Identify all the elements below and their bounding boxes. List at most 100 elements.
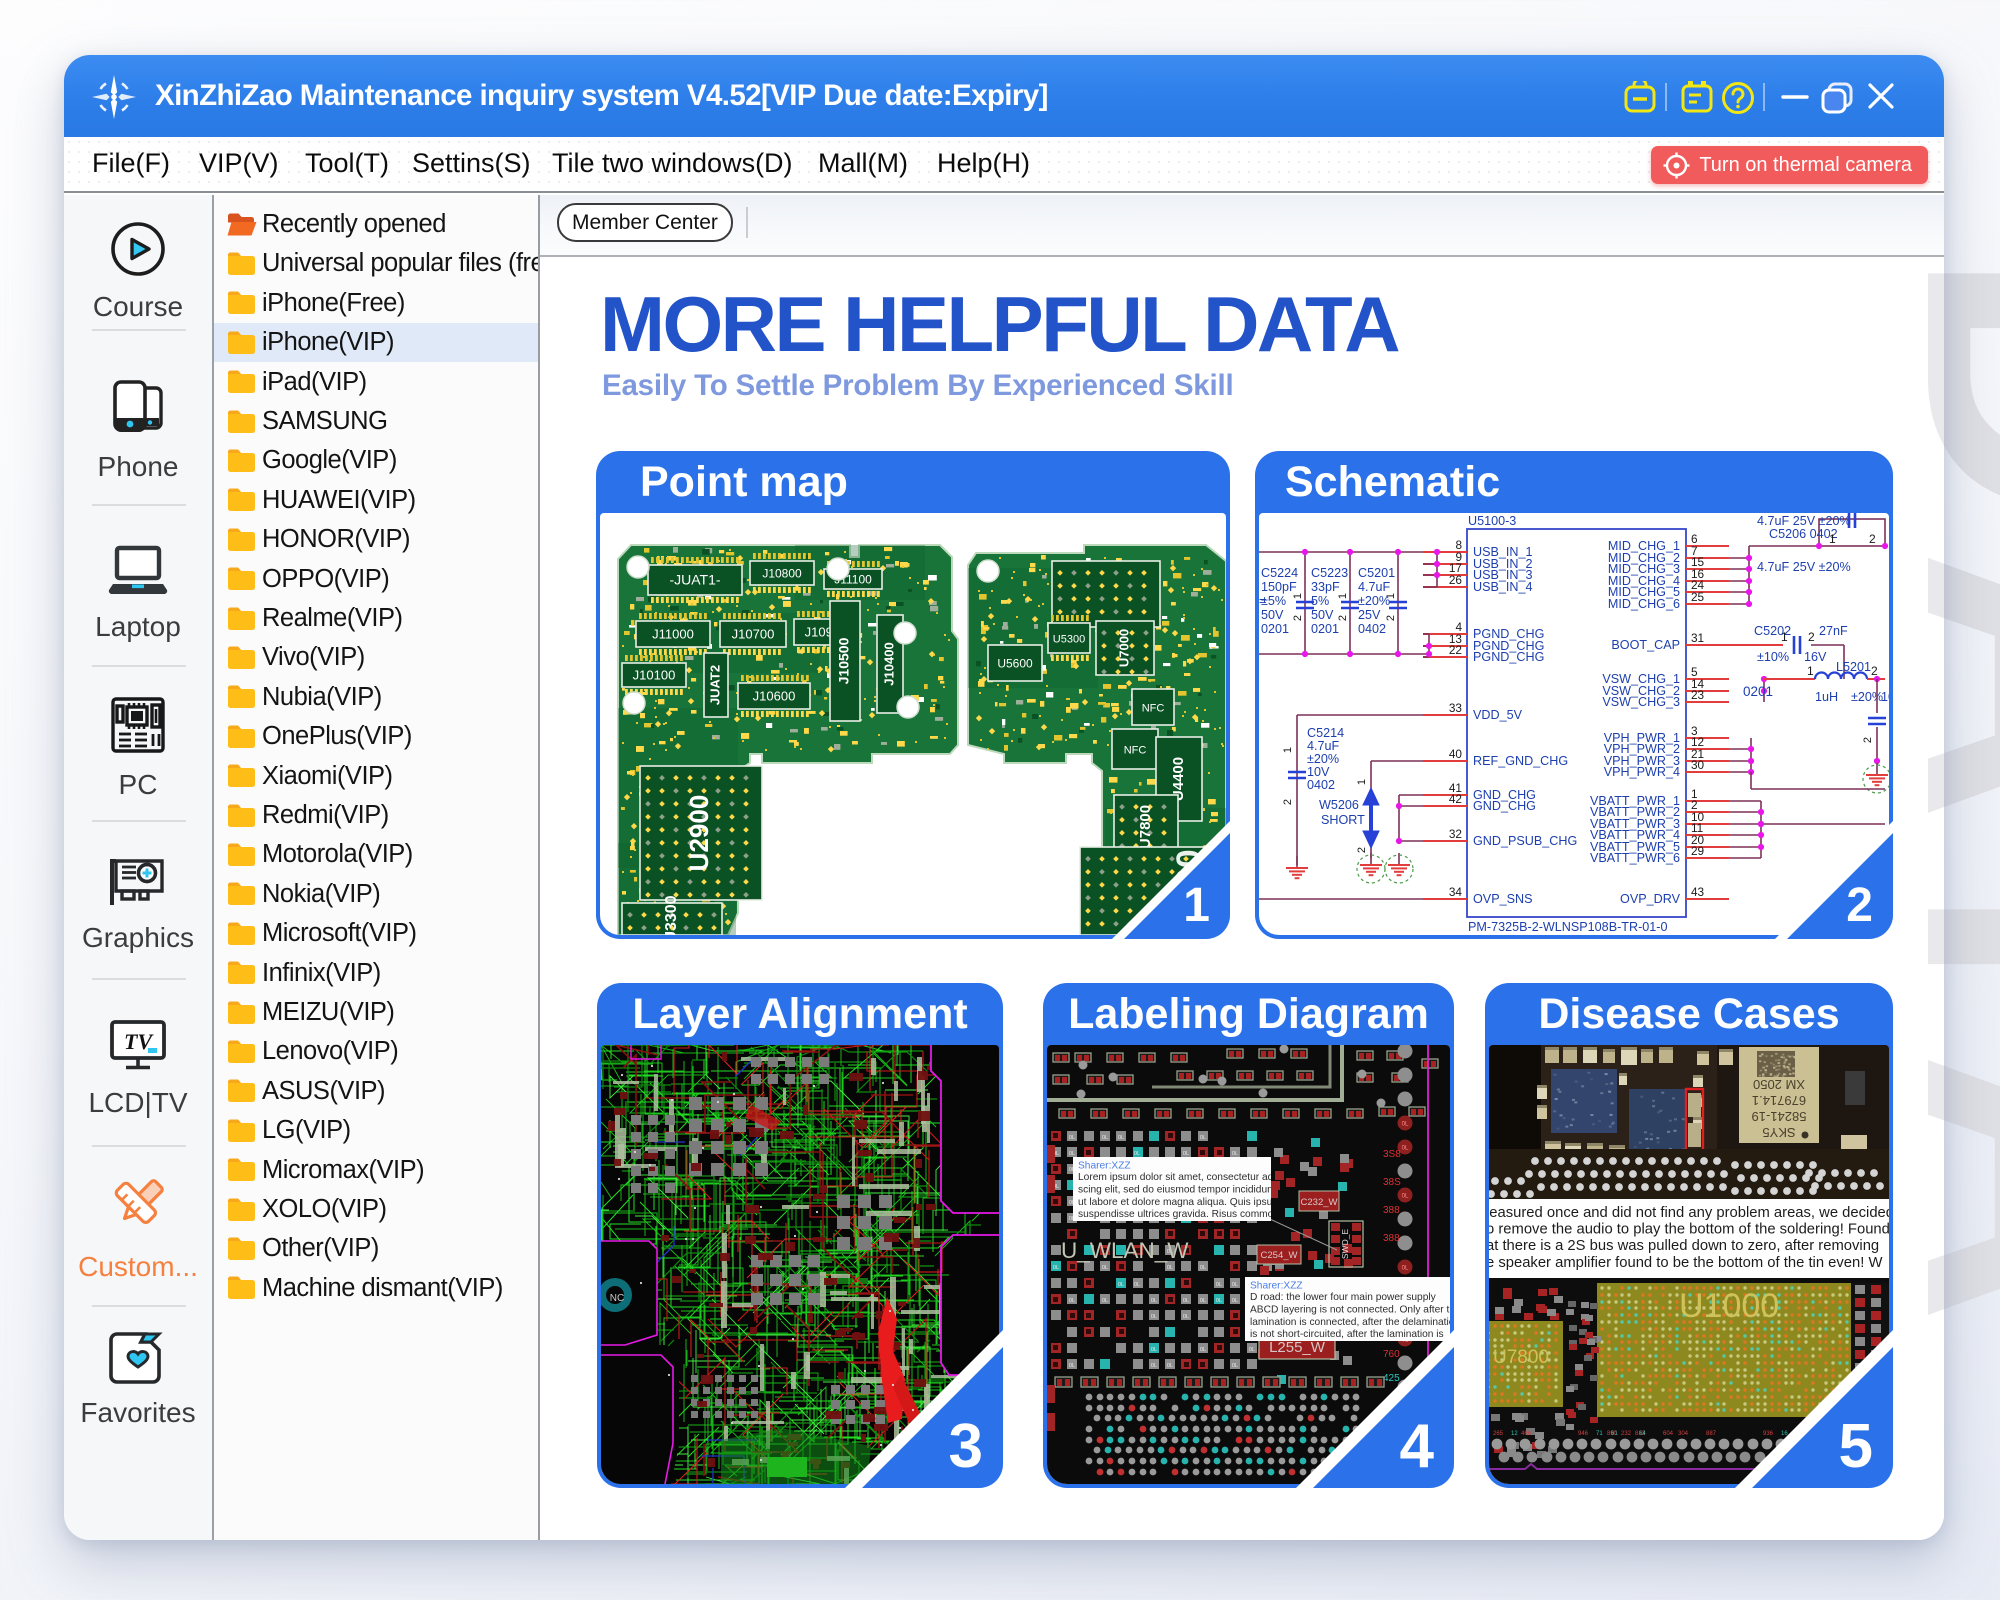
svg-text:D road: the lower four main po: D road: the lower four main power supply: [1250, 1292, 1437, 1303]
svg-text:71: 71: [1596, 1431, 1603, 1437]
svg-text:0L: 0L: [1402, 1122, 1409, 1128]
svg-text:0L: 0L: [1200, 1347, 1206, 1353]
svg-text:0L: 0L: [1118, 1282, 1124, 1288]
svg-text:61: 61: [1611, 1431, 1618, 1437]
svg-text:MID_CHG_6: MID_CHG_6: [1608, 597, 1680, 611]
svg-text:±10%: ±10%: [1757, 650, 1789, 664]
svg-text:43: 43: [1691, 885, 1705, 899]
svg-text:J10700: J10700: [732, 627, 775, 642]
svg-text:232: 232: [1621, 1431, 1632, 1437]
svg-text:GND_PSUB_CHG: GND_PSUB_CHG: [1473, 834, 1577, 848]
svg-text:0201: 0201: [1743, 684, 1773, 699]
svg-text:3S8: 3S8: [1383, 1149, 1401, 1160]
svg-text:C5223: C5223: [1311, 566, 1348, 580]
svg-text:1: 1: [1356, 779, 1368, 785]
svg-text:0L: 0L: [1102, 1135, 1108, 1141]
svg-text:1uH: 1uH: [1815, 690, 1838, 704]
svg-text:suspendisse ultrices gravida.: suspendisse ultrices gravida. Risus comm…: [1078, 1209, 1285, 1220]
svg-text:NC: NC: [610, 1293, 624, 1304]
svg-text:16V: 16V: [1804, 650, 1827, 664]
svg-text:25: 25: [1691, 590, 1705, 604]
svg-text:ut labore et dolore magna aliq: ut labore et dolore magna aliqua. Quis i…: [1078, 1197, 1281, 1208]
svg-text:0L: 0L: [1118, 1135, 1124, 1141]
svg-text:U3300: U3300: [663, 895, 680, 935]
svg-text:-JUAT1-: -JUAT1-: [669, 572, 720, 588]
svg-text:VBATT_PWR_6: VBATT_PWR_6: [1590, 851, 1680, 865]
svg-text:4.7uF 25V ±20%: 4.7uF 25V ±20%: [1757, 514, 1851, 528]
svg-text:40: 40: [1449, 747, 1463, 761]
svg-text:23: 23: [1691, 688, 1705, 702]
svg-text:1: 1: [1282, 747, 1294, 753]
svg-text:4.7uF: 4.7uF: [1358, 580, 1391, 594]
svg-text:25V: 25V: [1358, 608, 1381, 622]
svg-text:150pF: 150pF: [1261, 580, 1297, 594]
svg-text:0L: 0L: [1134, 1151, 1140, 1157]
svg-text:1008: 1008: [1881, 690, 1889, 704]
svg-text:34: 34: [1449, 885, 1463, 899]
svg-text:0L: 0L: [1069, 1298, 1075, 1304]
svg-text:U7800: U7800: [1493, 1347, 1549, 1368]
svg-text:0L: 0L: [1167, 1363, 1173, 1369]
svg-text:12: 12: [1511, 1431, 1518, 1437]
svg-text:50V: 50V: [1311, 608, 1334, 622]
svg-text:0L: 0L: [1102, 1265, 1108, 1271]
svg-text:JUAT2: JUAT2: [707, 665, 722, 705]
svg-text:31: 31: [1691, 631, 1704, 645]
svg-text:0L: 0L: [1134, 1282, 1140, 1288]
svg-text:0L: 0L: [1183, 1151, 1189, 1157]
svg-text:lamination is connected, after: lamination is connected, after the delam…: [1250, 1317, 1450, 1328]
svg-text:265: 265: [1493, 1431, 1504, 1437]
svg-text:L5201: L5201: [1836, 660, 1871, 674]
svg-text:0201: 0201: [1261, 622, 1289, 636]
svg-text:2: 2: [1356, 847, 1368, 853]
svg-text:22: 22: [1449, 643, 1462, 657]
svg-text:0402: 0402: [1358, 622, 1386, 636]
svg-text:0201: 0201: [1311, 622, 1339, 636]
svg-text:C254_W: C254_W: [1261, 1250, 1298, 1261]
svg-text:NFC: NFC: [1124, 745, 1147, 757]
svg-text:38S: 38S: [1383, 1177, 1401, 1188]
svg-text:887: 887: [1706, 1431, 1717, 1437]
svg-text:1: 1: [1781, 630, 1788, 644]
svg-text:2: 2: [1337, 615, 1349, 621]
svg-text:PM-7325B-2-WLNSP108B-TR-01-0: PM-7325B-2-WLNSP108B-TR-01-0: [1468, 920, 1667, 934]
svg-text:VDD_5V: VDD_5V: [1473, 708, 1523, 722]
svg-text:0L: 0L: [1200, 1265, 1206, 1271]
svg-text:J10600: J10600: [753, 689, 796, 704]
svg-text:Sharer:XZZ: Sharer:XZZ: [1078, 1161, 1131, 1172]
svg-text:BOOT_CAP: BOOT_CAP: [1611, 638, 1680, 652]
svg-text:27nF: 27nF: [1819, 624, 1848, 638]
svg-text:2: 2: [1292, 615, 1304, 621]
svg-text:2: 2: [1871, 664, 1878, 678]
svg-text:0L: 0L: [1402, 1266, 1409, 1272]
svg-text:679714.1: 679714.1: [1752, 1093, 1806, 1108]
svg-text:58241-19: 58241-19: [1752, 1109, 1807, 1124]
svg-text:0L: 0L: [1069, 1151, 1075, 1157]
svg-text:0402: 0402: [1307, 778, 1335, 792]
svg-text:J10400: J10400: [881, 642, 896, 685]
svg-text:Sharer:XZZ: Sharer:XZZ: [1250, 1281, 1303, 1292]
svg-text:at there is a 2S bus was pulle: at there is a 2S bus was pulled down to …: [1489, 1238, 1879, 1254]
svg-text:±20%: ±20%: [1358, 594, 1390, 608]
svg-text:leasured once and did not find: leasured once and did not find any probl…: [1489, 1205, 1889, 1221]
svg-text:0L: 0L: [1069, 1135, 1075, 1141]
svg-text:0L: 0L: [1151, 1347, 1157, 1353]
svg-text:0L: 0L: [1102, 1298, 1108, 1304]
svg-text:SWD_E: SWD_E: [1340, 1229, 1350, 1260]
svg-text:XM 2050: XM 2050: [1753, 1077, 1805, 1092]
svg-text:1: 1: [1829, 532, 1836, 546]
svg-text:scing elit, sed do eiusmod tem: scing elit, sed do eiusmod tempor incidi…: [1078, 1184, 1276, 1195]
svg-text:W5206: W5206: [1319, 798, 1359, 812]
svg-text:0L: 0L: [1151, 1298, 1157, 1304]
svg-text:0L: 0L: [1200, 1298, 1206, 1304]
svg-text:C5201: C5201: [1358, 566, 1395, 580]
svg-text:0L: 0L: [1167, 1265, 1173, 1271]
svg-text:42: 42: [1449, 792, 1462, 806]
svg-text:2: 2: [1862, 737, 1874, 743]
svg-text:o remove the audio to play the: o remove the audio to play the bottom of…: [1489, 1222, 1889, 1238]
svg-text:REF_GND_CHG: REF_GND_CHG: [1473, 754, 1568, 768]
svg-text:e speaker amplifier found to b: e speaker amplifier found to be the bott…: [1489, 1255, 1882, 1271]
svg-text:4.7uF: 4.7uF: [1307, 739, 1340, 753]
svg-text:0L: 0L: [1183, 1298, 1189, 1304]
svg-text:SKY5: SKY5: [1762, 1125, 1795, 1140]
